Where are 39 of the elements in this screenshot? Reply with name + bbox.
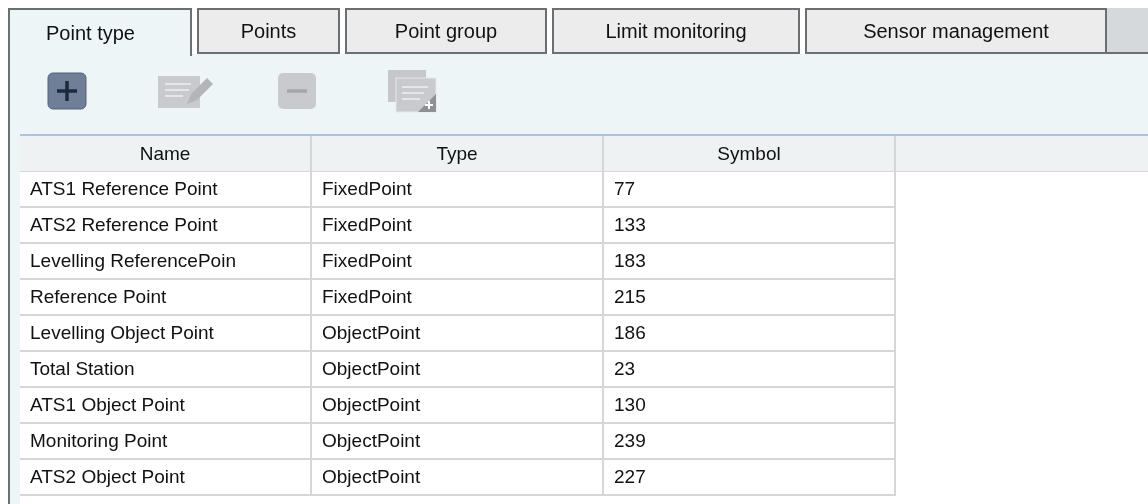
table-cell: ATS1 Reference Point (20, 172, 312, 208)
table-cell: 183 (604, 244, 896, 280)
table-cell: FixedPoint (312, 280, 604, 316)
table-cell: ATS1 Object Point (20, 388, 312, 424)
table-cell: Monitoring Point (20, 424, 312, 460)
table-cell: ATS2 Reference Point (20, 208, 312, 244)
table-cell: ObjectPoint (312, 388, 604, 424)
minus-icon (277, 72, 317, 110)
table-cell: 239 (604, 424, 896, 460)
table-cell: FixedPoint (312, 172, 604, 208)
tab[interactable]: Sensor management (805, 8, 1107, 54)
table-cell: ObjectPoint (312, 316, 604, 352)
column-header[interactable]: Type (312, 136, 604, 172)
table-cell: Levelling Object Point (20, 316, 312, 352)
table-cell: FixedPoint (312, 208, 604, 244)
tab[interactable]: Limit monitoring (552, 8, 800, 54)
table-cell: 215 (604, 280, 896, 316)
table-cell: 23 (604, 352, 896, 388)
tab[interactable]: Point group (345, 8, 547, 54)
table-cell: 227 (604, 460, 896, 496)
table-cell: 77 (604, 172, 896, 208)
table-cell: ObjectPoint (312, 424, 604, 460)
tab[interactable]: Points (197, 8, 340, 54)
table-cell: 186 (604, 316, 896, 352)
tab[interactable]: Point type (8, 8, 192, 56)
table-cell: 130 (604, 388, 896, 424)
table-cell: Total Station (20, 352, 312, 388)
column-header[interactable]: Name (20, 136, 312, 172)
table-cell: Levelling ReferencePoin (20, 244, 312, 280)
plus-icon (47, 72, 87, 110)
table-cell: ATS2 Object Point (20, 460, 312, 496)
column-header[interactable]: Symbol (604, 136, 896, 172)
table-cell: FixedPoint (312, 244, 604, 280)
table-cell: 133 (604, 208, 896, 244)
add-button[interactable] (47, 72, 87, 110)
table-cell: ObjectPoint (312, 460, 604, 496)
copy-icon (387, 69, 437, 113)
table-cell: ObjectPoint (312, 352, 604, 388)
table-cell: Reference Point (20, 280, 312, 316)
